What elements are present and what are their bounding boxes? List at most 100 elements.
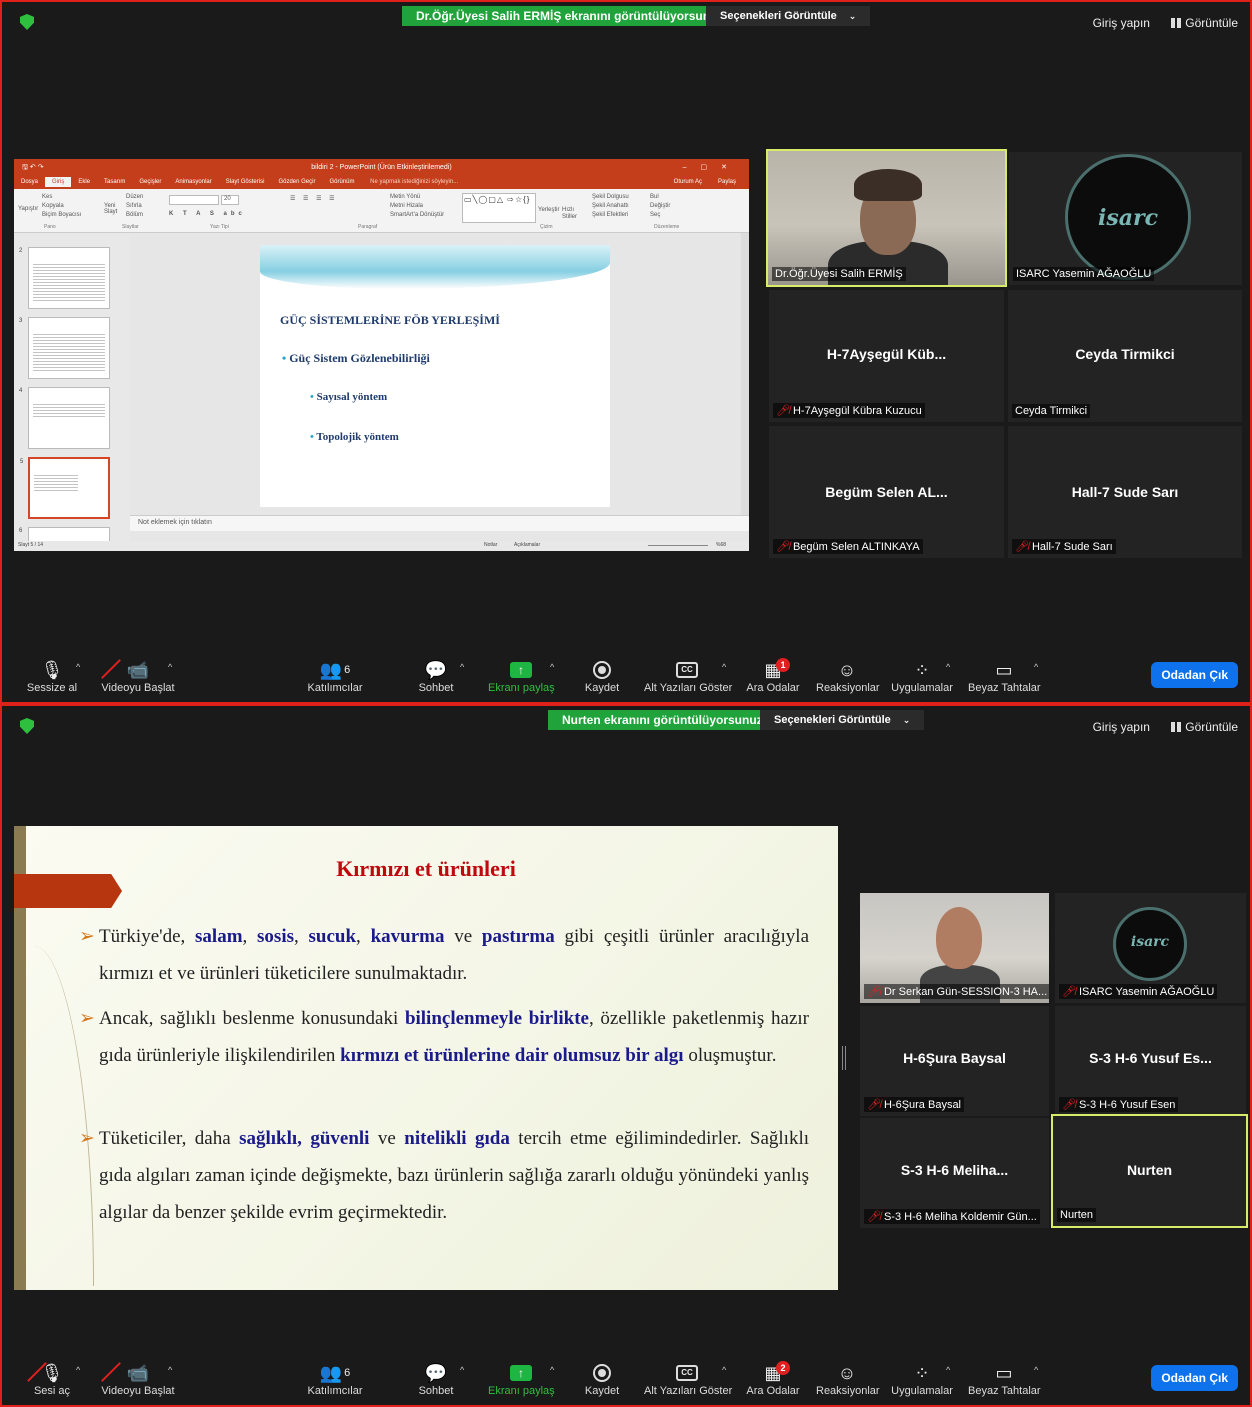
tab-gozden-gecir[interactable]: Gözden Geçir xyxy=(271,177,322,187)
tab-gecisler[interactable]: Geçişler xyxy=(132,177,168,187)
whiteboard-caret[interactable]: ^ xyxy=(1034,1365,1038,1375)
leave-button[interactable]: Odadan Çık xyxy=(1151,662,1238,688)
slide-thumbnail[interactable]: 3 xyxy=(19,317,110,379)
video-tile[interactable]: Hall-7 Sude Sarı 🎤︎̸ Hall-7 Sude Sarı xyxy=(1008,426,1242,558)
tab-tasarim[interactable]: Tasarım xyxy=(97,177,132,187)
apps-button[interactable]: ⁘ Uygulamalar xyxy=(890,1361,954,1398)
share-caret[interactable]: ^ xyxy=(550,1365,554,1375)
text-direction-button[interactable]: Metin Yönü xyxy=(390,193,444,202)
whiteboard-button[interactable]: ▭ Beyaz Tahtalar xyxy=(968,658,1041,695)
slide-thumbnails[interactable]: 2 3 4 5 6 xyxy=(14,233,130,551)
participants-button[interactable]: 👥 6 Katılımcılar xyxy=(306,1361,364,1398)
zoom-level[interactable]: %68 xyxy=(716,542,726,548)
apps-button[interactable]: ⁘ Uygulamalar xyxy=(890,658,954,695)
view-options-button[interactable]: Seçenekleri Görüntüle ⌄ xyxy=(706,6,871,26)
apps-caret[interactable]: ^ xyxy=(946,1365,950,1375)
view-button[interactable]: Görüntüle xyxy=(1171,720,1238,734)
view-button[interactable]: Görüntüle xyxy=(1171,16,1238,30)
audio-options-caret[interactable]: ^ xyxy=(76,1365,80,1375)
view-options-button[interactable]: Seçenekleri Görüntüle ⌄ xyxy=(760,710,925,730)
shape-outline-button[interactable]: Şekil Anahattı xyxy=(592,202,629,211)
arrange-button[interactable]: Yerleştir xyxy=(538,207,559,213)
cut-button[interactable]: Kes xyxy=(42,193,81,202)
share-screen-button[interactable]: ↑ Ekranı paylaş xyxy=(488,1361,555,1397)
record-button[interactable]: Kaydet xyxy=(582,658,622,694)
captions-caret[interactable]: ^ xyxy=(722,1365,726,1375)
captions-caret[interactable]: ^ xyxy=(722,662,726,672)
chat-button[interactable]: 💬 Sohbet xyxy=(416,658,456,695)
signin-link[interactable]: Giriş yapın xyxy=(1093,720,1150,734)
shapes-gallery[interactable]: ▭╲◯▢△ ⇨☆{} xyxy=(462,193,536,223)
chat-caret[interactable]: ^ xyxy=(460,1365,464,1375)
reset-button[interactable]: Sıfırla xyxy=(126,202,143,211)
signin-ppt[interactable]: Oturum Aç xyxy=(667,177,709,187)
breakout-rooms-button[interactable]: ▦ 1 Ara Odalar xyxy=(746,658,800,694)
format-painter-button[interactable]: Biçim Boyacısı xyxy=(42,211,81,220)
unmute-button[interactable]: 🎙 Sesi aç xyxy=(26,1361,78,1398)
video-tile[interactable]: S-3 H-6 Yusuf Es... 🎤︎̸ S-3 H-6 Yusuf Ese… xyxy=(1055,1006,1246,1116)
smartart-button[interactable]: SmartArt'a Dönüştür xyxy=(390,211,444,220)
start-video-button[interactable]: 📹 Videoyu Başlat xyxy=(100,658,176,695)
shield-icon[interactable] xyxy=(20,14,34,30)
audio-options-caret[interactable]: ^ xyxy=(76,662,80,672)
tab-slayt-gosterisi[interactable]: Slayt Gösterisi xyxy=(219,177,272,187)
tab-ekle[interactable]: Ekle xyxy=(71,177,97,187)
font-format-buttons[interactable]: K T A S abc xyxy=(169,211,246,217)
chat-button[interactable]: 💬 Sohbet xyxy=(416,1361,456,1398)
reactions-button[interactable]: ☺ Reaksiyonlar xyxy=(816,1361,880,1398)
video-tile[interactable]: isarc 🎤︎̸ ISARC Yasemin AĞAOĞLU xyxy=(1055,893,1246,1003)
shape-fill-button[interactable]: Şekil Dolgusu xyxy=(592,193,629,202)
mute-button[interactable]: 🎙 Sessize al xyxy=(26,658,78,695)
zoom-slider[interactable] xyxy=(648,545,708,546)
notes-toggle[interactable]: Notlar xyxy=(484,542,497,548)
video-tile[interactable]: H-7Ayşegül Küb... 🎤︎̸ H-7Ayşegül Kübra Ku… xyxy=(769,290,1004,422)
share-screen-button[interactable]: ↑ Ekranı paylaş xyxy=(488,658,555,694)
chat-caret[interactable]: ^ xyxy=(460,662,464,672)
record-button[interactable]: Kaydet xyxy=(582,1361,622,1397)
quick-styles-button[interactable]: Hızlı Stiller xyxy=(562,207,582,221)
copy-button[interactable]: Kopyala xyxy=(42,202,81,211)
new-slide-button[interactable]: Yeni Slayt xyxy=(104,203,122,215)
font-name-select[interactable] xyxy=(169,195,219,205)
paste-button[interactable]: Yapıştır xyxy=(18,205,38,214)
reactions-button[interactable]: ☺ Reaksiyonlar xyxy=(816,658,880,695)
section-button[interactable]: Bölüm xyxy=(126,211,143,220)
shield-icon[interactable] xyxy=(20,718,34,734)
captions-button[interactable]: CC Alt Yazıları Göster xyxy=(644,1361,732,1397)
start-video-button[interactable]: 📹 Videoyu Başlat xyxy=(100,1361,176,1398)
notes-pane[interactable]: Not eklemek için tıklatın xyxy=(130,515,749,531)
slide-thumbnail-selected[interactable]: 5 xyxy=(20,457,110,519)
video-tile-active-speaker[interactable]: Dr.Öğr.Üyesi Salih ERMİŞ xyxy=(766,149,1007,287)
layout-button[interactable]: Düzen xyxy=(126,193,143,202)
leave-button[interactable]: Odadan Çık xyxy=(1151,1365,1238,1391)
panel-resize-handle[interactable] xyxy=(842,1046,846,1070)
shared-slide[interactable]: Kırmızı et ürünleri ➢ Türkiye'de, salam, … xyxy=(14,826,838,1290)
tab-dosya[interactable]: Dosya xyxy=(14,177,45,187)
select-button[interactable]: Seç xyxy=(650,211,670,220)
shared-powerpoint-window[interactable]: 🖫 ↶ ↷ bildiri 2 - PowerPoint (Ürün Etkin… xyxy=(14,159,749,551)
video-tile-active-speaker[interactable]: Nurten Nurten xyxy=(1051,1114,1248,1228)
comments-toggle[interactable]: Açıklamalar xyxy=(514,542,540,548)
video-tile[interactable]: S-3 H-6 Meliha... 🎤︎̸ S-3 H-6 Meliha Kold… xyxy=(860,1118,1049,1228)
video-options-caret[interactable]: ^ xyxy=(168,1365,172,1375)
paragraph-buttons[interactable]: ☰ ☰ ☰ ☰ xyxy=(290,195,338,202)
align-text-button[interactable]: Metni Hizala xyxy=(390,202,444,211)
share-caret[interactable]: ^ xyxy=(550,662,554,672)
font-size-select[interactable]: 20 xyxy=(221,195,239,205)
apps-caret[interactable]: ^ xyxy=(946,662,950,672)
video-tile[interactable]: Ceyda Tirmikci Ceyda Tirmikci xyxy=(1008,290,1242,422)
slide-thumbnail[interactable]: 2 xyxy=(19,247,110,309)
slide-thumbnail[interactable]: 4 xyxy=(19,387,110,449)
video-options-caret[interactable]: ^ xyxy=(168,662,172,672)
whiteboard-caret[interactable]: ^ xyxy=(1034,662,1038,672)
breakout-rooms-button[interactable]: ▦ 2 Ara Odalar xyxy=(746,1361,800,1397)
video-tile[interactable]: isarc ISARC Yasemin AĞAOĞLU xyxy=(1009,152,1242,285)
tab-gorunum[interactable]: Görünüm xyxy=(322,177,361,187)
tab-giris[interactable]: Giriş xyxy=(45,177,72,187)
captions-button[interactable]: CC Alt Yazıları Göster xyxy=(644,658,732,694)
share-ppt[interactable]: Paylaş xyxy=(711,177,743,187)
vertical-scrollbar[interactable] xyxy=(741,233,749,515)
save-icon[interactable]: 🖫 ↶ ↷ xyxy=(22,159,44,177)
signin-link[interactable]: Giriş yapın xyxy=(1093,16,1150,30)
participants-button[interactable]: 👥 6 Katılımcılar xyxy=(306,658,364,695)
